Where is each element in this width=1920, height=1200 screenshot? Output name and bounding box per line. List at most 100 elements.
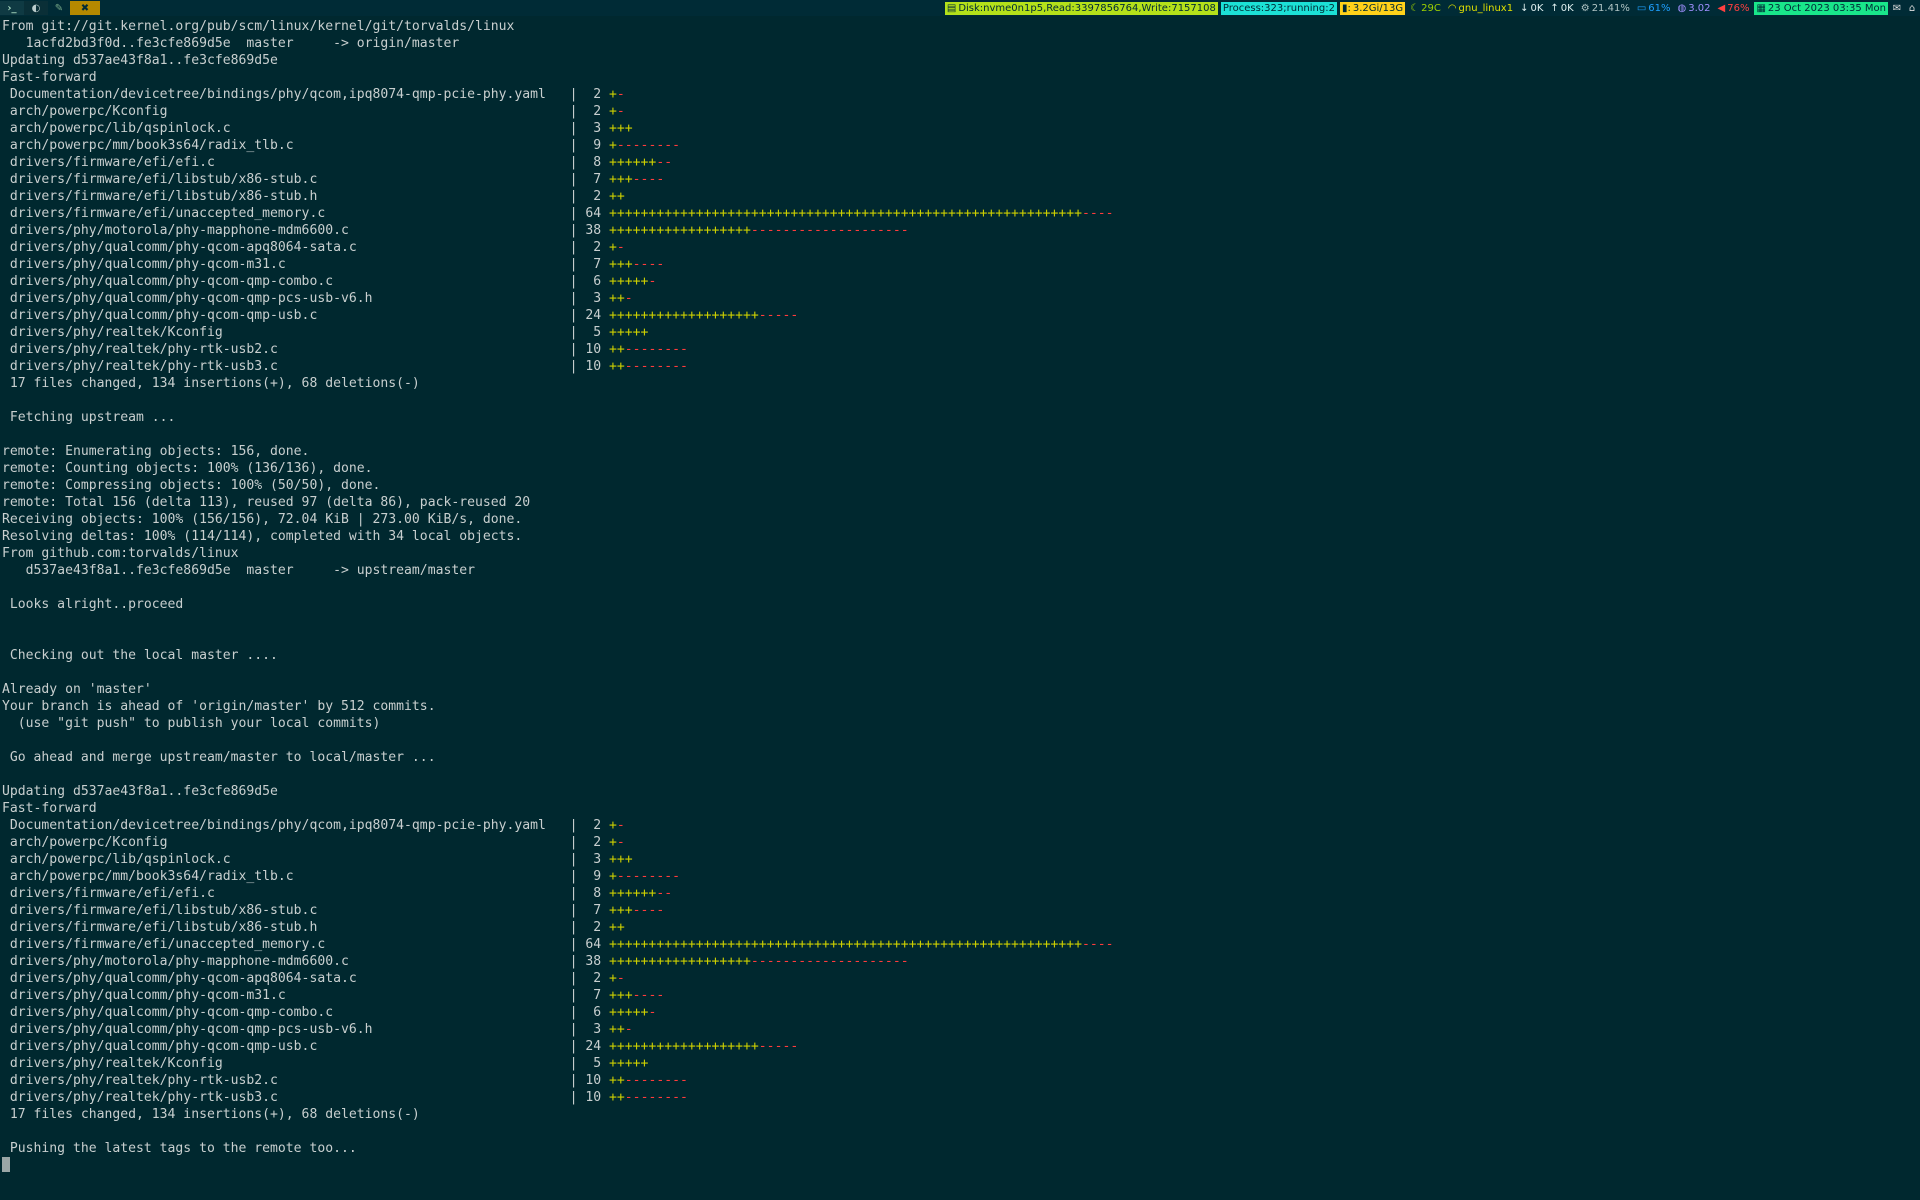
diffstat-separator: | xyxy=(561,240,586,255)
diffstat-row: drivers/firmware/efi/unaccepted_memory.c… xyxy=(2,936,1918,953)
diffstat-insertions: + xyxy=(609,104,617,119)
diffstat-path: drivers/firmware/efi/libstub/x86-stub.c xyxy=(2,172,562,187)
diffstat-insertions: + xyxy=(609,818,617,833)
diffstat-path: drivers/phy/realtek/phy-rtk-usb2.c xyxy=(2,1073,562,1088)
diffstat-deletions: ---- xyxy=(632,988,665,1003)
diffstat-separator: | xyxy=(561,852,586,867)
diffstat-separator: | xyxy=(561,342,586,357)
diffstat-deletions: - xyxy=(616,104,625,119)
terminal-line: remote: Counting objects: 100% (136/136)… xyxy=(2,461,373,476)
cursor xyxy=(2,1157,10,1172)
diffstat-count: 6 xyxy=(585,274,610,289)
diffstat-row: drivers/phy/realtek/Kconfig | 5 +++++ xyxy=(2,324,1918,341)
volume-status[interactable]: ◀ 76% xyxy=(1716,2,1752,15)
moon-icon: ☾ xyxy=(1410,2,1420,14)
diffstat-count: 5 xyxy=(585,1056,610,1071)
diffstat-deletions: - xyxy=(616,835,625,850)
diffstat-count: 64 xyxy=(585,937,610,952)
calendar-icon: ▦ xyxy=(1756,2,1766,14)
diffstat-path: Documentation/devicetree/bindings/phy/qc… xyxy=(2,87,562,102)
diffstat-path: drivers/firmware/efi/libstub/x86-stub.c xyxy=(2,903,562,918)
diffstat-row: drivers/firmware/efi/efi.c | 8 ++++++-- xyxy=(2,154,1918,171)
workspace-4-button[interactable]: ✖ xyxy=(70,1,100,15)
diffstat-deletions: ---- xyxy=(1082,206,1114,221)
diffstat-count: 9 xyxy=(585,138,610,153)
diffstat-deletions: ---- xyxy=(1082,937,1114,952)
diffstat-separator: | xyxy=(561,1005,586,1020)
diffstat-separator: | xyxy=(561,954,586,969)
diffstat-insertions: + xyxy=(609,869,617,884)
diffstat-separator: | xyxy=(561,1073,586,1088)
temperature-text: 29C xyxy=(1421,2,1441,14)
terminal-line: Receiving objects: 100% (156/156), 72.04… xyxy=(2,512,523,527)
diffstat-count: 10 xyxy=(585,1073,610,1088)
diffstat-deletions: ----- xyxy=(758,1039,799,1054)
diffstat-path: drivers/phy/qualcomm/phy-qcom-qmp-usb.c xyxy=(2,1039,562,1054)
workspace-terminal-button[interactable]: ›_ xyxy=(0,1,24,15)
diffstat-separator: | xyxy=(561,223,586,238)
diffstat-deletions: - xyxy=(648,1005,657,1020)
battery-icon: ▭ xyxy=(1636,2,1647,14)
diffstat-insertions: +++ xyxy=(609,257,633,272)
diffstat-count: 2 xyxy=(585,818,610,833)
diffstat-count: 2 xyxy=(585,971,610,986)
date-status[interactable]: ▦ 23 Oct 2023 03:35 Mon xyxy=(1754,1,1888,15)
terminal-line: Your branch is ahead of 'origin/master' … xyxy=(2,699,436,714)
diffstat-separator: | xyxy=(561,971,586,986)
terminal-line: 1acfd2bd3f0d..fe3cfe869d5e master -> ori… xyxy=(2,36,460,51)
diffstat-separator: | xyxy=(561,291,586,306)
gear-icon: ⚙ xyxy=(1580,2,1590,14)
diffstat-insertions: + xyxy=(609,971,617,986)
load-icon: ◍ xyxy=(1677,2,1687,14)
diffstat-path: drivers/phy/qualcomm/phy-qcom-qmp-usb.c xyxy=(2,308,562,323)
diffstat-insertions: + xyxy=(609,87,617,102)
network-tray-icon[interactable]: ⌂ xyxy=(1906,3,1918,14)
diffstat-count: 7 xyxy=(585,903,610,918)
memory-text: 3.2Gi/13G xyxy=(1352,2,1404,14)
diffstat-path: drivers/phy/qualcomm/phy-qcom-qmp-pcs-us… xyxy=(2,1022,562,1037)
temperature-status: ☾ 29C xyxy=(1408,2,1443,15)
wifi-icon: ◠ xyxy=(1447,2,1457,14)
mail-icon[interactable]: ✉ xyxy=(1891,3,1903,14)
diffstat-path: drivers/phy/motorola/phy-mapphone-mdm660… xyxy=(2,223,562,238)
wifi-status[interactable]: ◠ gnu_linux1 xyxy=(1446,2,1515,15)
diffstat-deletions: ----- xyxy=(758,308,799,323)
diffstat-row: drivers/phy/qualcomm/phy-qcom-apq8064-sa… xyxy=(2,239,1918,256)
diffstat-insertions: +++++ xyxy=(609,1005,649,1020)
diffstat-insertions: ++++++ xyxy=(609,155,657,170)
load-status: ◍ 3.02 xyxy=(1676,2,1713,15)
diffstat-row: drivers/phy/motorola/phy-mapphone-mdm660… xyxy=(2,222,1918,239)
battery-status: ▭ 61% xyxy=(1635,2,1673,15)
diffstat-separator: | xyxy=(561,257,586,272)
diffstat-insertions: + xyxy=(609,835,617,850)
diffstat-separator: | xyxy=(561,359,586,374)
diffstat-row: drivers/phy/motorola/phy-mapphone-mdm660… xyxy=(2,953,1918,970)
diffstat-insertions: ++++++++++++++++++++++++++++++++++++++++… xyxy=(609,937,1083,952)
diffstat-deletions: -- xyxy=(656,886,673,901)
diffstat-path: arch/powerpc/mm/book3s64/radix_tlb.c xyxy=(2,869,562,884)
diffstat-insertions: +++++ xyxy=(609,1056,649,1071)
terminal-line: Updating d537ae43f8a1..fe3cfe869d5e xyxy=(2,53,278,68)
diffstat-separator: | xyxy=(561,325,586,340)
diffstat-insertions: ++ xyxy=(609,359,625,374)
diffstat-deletions: ---- xyxy=(632,903,665,918)
diffstat-row: drivers/phy/qualcomm/phy-qcom-m31.c | 7 … xyxy=(2,256,1918,273)
prompt-line xyxy=(2,1157,1918,1174)
diffstat-count: 5 xyxy=(585,325,610,340)
terminal-output[interactable]: From git://git.kernel.org/pub/scm/linux/… xyxy=(2,18,1918,1198)
diffstat-path: arch/powerpc/Kconfig xyxy=(2,835,562,850)
diffstat-row: drivers/phy/realtek/phy-rtk-usb3.c | 10 … xyxy=(2,358,1918,375)
diffstat-count: 2 xyxy=(585,835,610,850)
diffstat-deletions: - xyxy=(624,1022,633,1037)
diffstat-row: drivers/phy/qualcomm/phy-qcom-apq8064-sa… xyxy=(2,970,1918,987)
diffstat-row: drivers/firmware/efi/libstub/x86-stub.h … xyxy=(2,919,1918,936)
diffstat-deletions: -------- xyxy=(624,359,688,374)
diffstat-row: drivers/phy/qualcomm/phy-qcom-qmp-usb.c … xyxy=(2,1038,1918,1055)
process-status: Process:323;running:2 xyxy=(1220,1,1337,15)
workspace-2-button[interactable]: ◐ xyxy=(24,1,48,15)
arrow-down-icon: ↓ xyxy=(1520,2,1529,14)
diffstat-separator: | xyxy=(561,1090,586,1105)
diffstat-insertions: +++ xyxy=(609,852,633,867)
diffstat-count: 9 xyxy=(585,869,610,884)
workspace-3-button[interactable]: ✎ xyxy=(48,1,70,15)
